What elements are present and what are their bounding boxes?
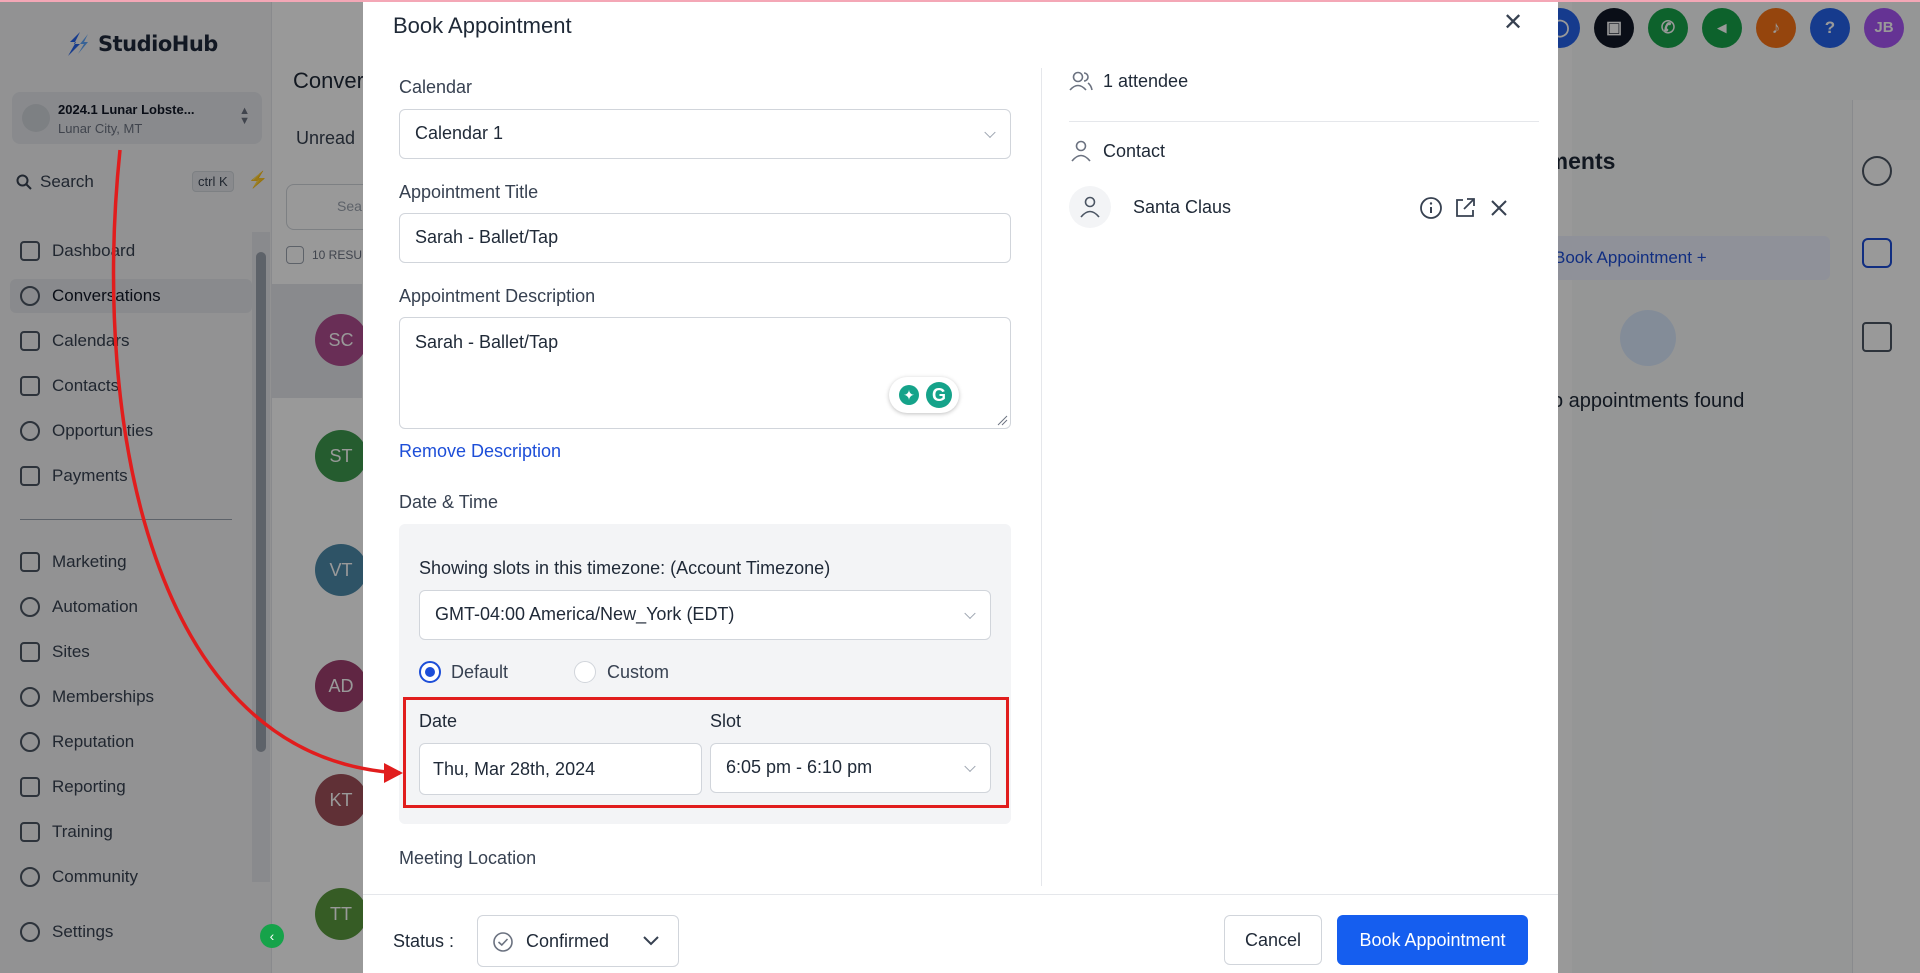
appointment-title-input[interactable]: Sarah - Ballet/Tap <box>399 213 1011 263</box>
appointment-title-value: Sarah - Ballet/Tap <box>415 227 559 247</box>
chevron-down-icon <box>643 936 659 946</box>
user-icon <box>1071 140 1091 162</box>
radio-custom-label: Custom <box>607 662 670 682</box>
timezone-select[interactable]: GMT-04:00 America/New_York (EDT) <box>419 590 991 640</box>
calendar-select[interactable]: Calendar 1 <box>399 109 1011 159</box>
remove-contact-icon[interactable] <box>1487 196 1511 220</box>
book-appointment-button[interactable]: Book Appointment <box>1337 915 1528 965</box>
appointment-description-value: Sarah - Ballet/Tap <box>415 332 559 352</box>
check-circle-icon <box>493 932 513 952</box>
chevron-down-icon <box>964 607 976 620</box>
book-appointment-modal: Book Appointment ✕ Calendar Calendar 1 A… <box>363 0 1558 973</box>
status-value: Confirmed <box>526 931 610 951</box>
footer-divider <box>363 894 1558 895</box>
timezone-value: GMT-04:00 America/New_York (EDT) <box>435 604 735 624</box>
date-value: Thu, Mar 28th, 2024 <box>433 759 596 779</box>
timezone-label: Showing slots in this timezone: (Account… <box>419 558 831 578</box>
external-link-icon[interactable] <box>1453 196 1477 220</box>
contact-avatar <box>1069 186 1111 228</box>
slot-value: 6:05 pm - 6:10 pm <box>726 757 873 777</box>
appointment-description-label: Appointment Description <box>399 286 596 306</box>
status-select[interactable]: Confirmed <box>477 915 679 967</box>
grammarly-icon[interactable]: G <box>926 382 952 408</box>
slot-label: Slot <box>710 711 742 731</box>
contact-name: Santa Claus <box>1133 197 1232 217</box>
attendee-count: 1 attendee <box>1103 71 1189 91</box>
status-label: Status : <box>393 931 455 951</box>
date-label: Date <box>419 711 458 731</box>
column-divider <box>1041 68 1042 886</box>
meeting-location-label: Meeting Location <box>399 848 537 868</box>
lightbulb-icon[interactable]: ✦ <box>899 385 919 405</box>
close-icon[interactable]: ✕ <box>1501 11 1525 36</box>
date-picker-input[interactable]: Thu, Mar 28th, 2024 <box>419 743 702 795</box>
radio-default-label: Default <box>451 662 509 682</box>
collapse-sidebar-button[interactable]: ‹ <box>260 924 284 948</box>
calendar-label: Calendar <box>399 77 473 97</box>
grammarly-widget[interactable]: ✦ G <box>889 377 959 413</box>
remove-description-link[interactable]: Remove Description <box>399 441 561 462</box>
attendee-divider <box>1069 121 1539 122</box>
user-icon <box>1080 196 1100 218</box>
contact-label: Contact <box>1103 141 1166 161</box>
top-accent-line <box>0 0 1920 2</box>
radio-custom[interactable] <box>574 661 596 683</box>
chevron-down-icon <box>964 760 976 773</box>
radio-default[interactable] <box>419 661 441 683</box>
modal-title: Book Appointment <box>393 13 572 38</box>
cancel-button[interactable]: Cancel <box>1224 915 1322 965</box>
date-time-label: Date & Time <box>399 492 499 512</box>
resize-handle-icon[interactable] <box>996 414 1008 426</box>
slot-select[interactable]: 6:05 pm - 6:10 pm <box>710 743 991 793</box>
users-icon <box>1069 71 1093 91</box>
calendar-value: Calendar 1 <box>415 123 504 143</box>
chevron-down-icon <box>984 126 996 139</box>
appointment-title-label: Appointment Title <box>399 182 539 202</box>
info-icon[interactable] <box>1419 196 1443 220</box>
